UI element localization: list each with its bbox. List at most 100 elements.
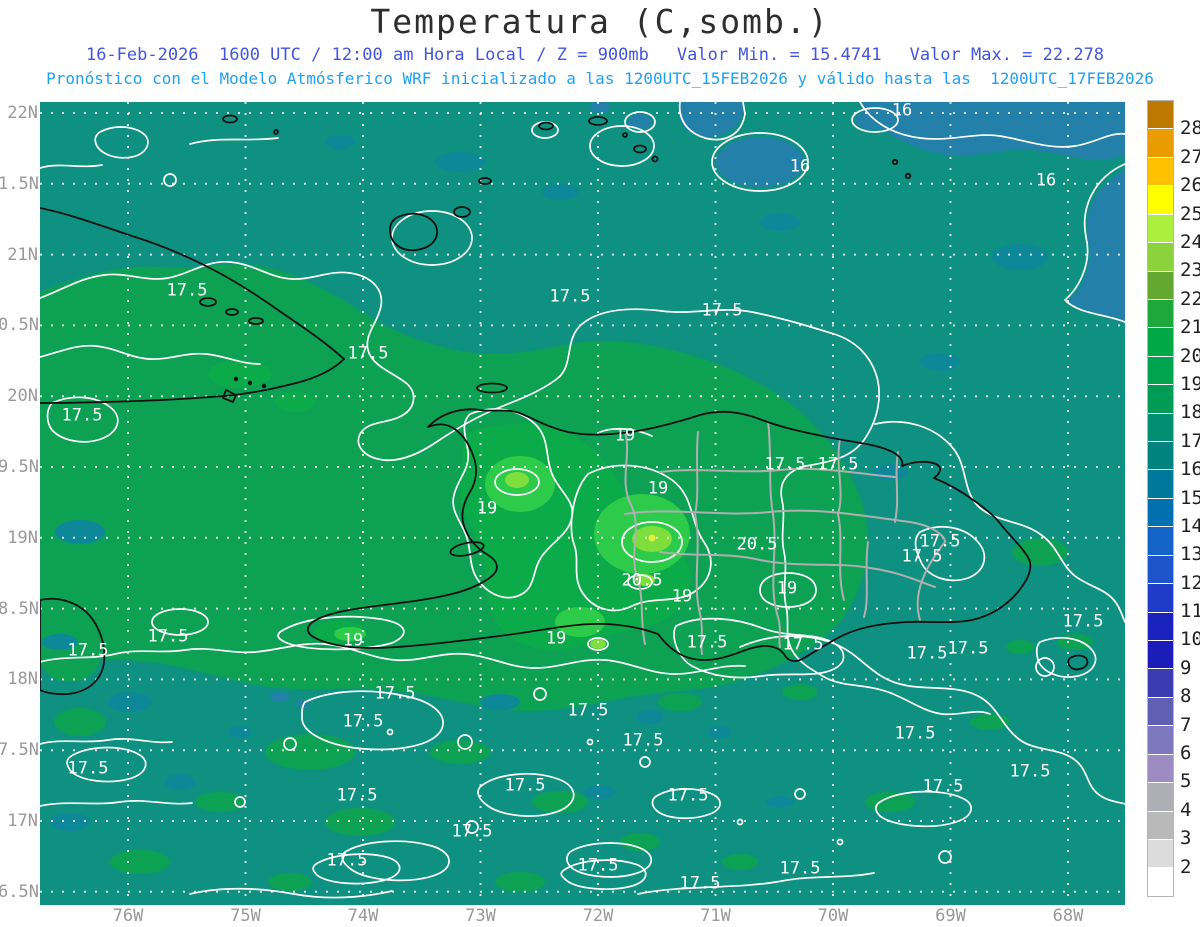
- colorbar-tick-label: 2: [1180, 858, 1191, 877]
- contour-value-label: 20.5: [737, 537, 778, 554]
- contour-value-label: 17.5: [680, 876, 721, 893]
- lat-tick-label: 8.5N: [0, 601, 38, 618]
- lon-tick-label: 69W: [921, 908, 981, 925]
- weather-forecast-figure: Temperatura (C,somb.) 16-Feb-2026 1600 U…: [0, 0, 1200, 927]
- colorbar-cell: [1148, 556, 1173, 584]
- contour-value-label: 17.5: [895, 726, 936, 743]
- colorbar-tick-label: 8: [1180, 687, 1191, 706]
- contour-value-label: 17.5: [568, 703, 609, 720]
- colorbar-cell: [1148, 272, 1173, 300]
- colorbar-tick-label: 14: [1180, 517, 1200, 536]
- lon-tick-label: 70W: [803, 908, 863, 925]
- colorbar-cell: [1148, 698, 1173, 726]
- lat-tick-label: 19N: [0, 530, 38, 547]
- colorbar-tick-label: 15: [1180, 489, 1200, 508]
- colorbar-cell: [1148, 755, 1173, 783]
- colorbar-cell: [1148, 101, 1173, 129]
- colorbar-cell: [1148, 470, 1173, 498]
- contour-value-label: 17.5: [687, 635, 728, 652]
- colorbar-tick-label: 26: [1180, 176, 1200, 195]
- colorbar-cell: [1148, 158, 1173, 186]
- colorbar-tick-label: 28: [1180, 119, 1200, 138]
- valid-time-text: 16-Feb-2026 1600 UTC / 12:00 am Hora Loc…: [86, 45, 649, 65]
- colorbar-tick-label: 21: [1180, 318, 1200, 337]
- colorbar-cell: [1148, 669, 1173, 697]
- lat-tick-label: 6.5N: [0, 884, 38, 901]
- lat-tick-label: 20N: [0, 388, 38, 405]
- contour-value-label: 19: [777, 581, 797, 598]
- contour-value-label: 17.5: [452, 824, 493, 841]
- colorbar-cell: [1148, 442, 1173, 470]
- contour-value-label: 17.5: [948, 641, 989, 658]
- map-plot-area: 16161617.517.517.517.517.517.517.517.517…: [40, 102, 1125, 905]
- contour-value-label: 17.5: [818, 457, 859, 474]
- contour-value-label: 17.5: [765, 457, 806, 474]
- contour-value-label: 17.5: [62, 408, 103, 425]
- colorbar-tick-label: 24: [1180, 233, 1200, 252]
- lon-tick-label: 74W: [333, 908, 393, 925]
- colorbar-cell: [1148, 812, 1173, 840]
- lat-tick-label: 21N: [0, 247, 38, 264]
- chart-title: Temperatura (C,somb.): [0, 2, 1200, 41]
- contour-value-label: 17.5: [780, 861, 821, 878]
- lon-tick-label: 72W: [568, 908, 628, 925]
- value-max-text: Valor Max. = 22.278: [910, 45, 1104, 65]
- contour-value-label: 19: [343, 633, 363, 650]
- colorbar-tick-label: 5: [1180, 772, 1191, 791]
- colorbar-cell: [1148, 300, 1173, 328]
- contour-value-label: 17.5: [348, 346, 389, 363]
- contour-value-label: 19: [672, 589, 692, 606]
- contour-value-label: 19: [546, 631, 566, 648]
- contour-value-label: 17.5: [783, 637, 824, 654]
- contour-value-label: 17.5: [343, 714, 384, 731]
- contour-value-label: 17.5: [1063, 614, 1104, 631]
- contour-value-label: 16: [892, 103, 912, 120]
- colorbar-tick-label: 11: [1180, 602, 1200, 621]
- colorbar-cell: [1148, 527, 1173, 555]
- contour-value-label: 20.5: [622, 573, 663, 590]
- colorbar-cell: [1148, 613, 1173, 641]
- contour-value-label: 17.5: [68, 643, 109, 660]
- contour-value-label: 17.5: [148, 629, 189, 646]
- contour-value-label: 17.5: [902, 549, 943, 566]
- contour-value-label: 19: [648, 481, 668, 498]
- colorbar-tick-label: 3: [1180, 829, 1191, 848]
- lat-tick-label: 1.5N: [0, 176, 38, 193]
- colorbar-cell: [1148, 499, 1173, 527]
- contour-value-label: 17.5: [167, 283, 208, 300]
- colorbar-cell: [1148, 357, 1173, 385]
- colorbar-tick-label: 10: [1180, 630, 1200, 649]
- contour-value-label: 17.5: [550, 289, 591, 306]
- colorbar-cell: [1148, 868, 1173, 895]
- lat-tick-label: 0.5N: [0, 317, 38, 334]
- contour-value-label: 19: [477, 501, 497, 518]
- lat-tick-label: 17N: [0, 813, 38, 830]
- contour-value-label: 17.5: [1010, 764, 1051, 781]
- colorbar-cell: [1148, 641, 1173, 669]
- contour-value-label: 16: [790, 159, 810, 176]
- contour-value-label: 17.5: [505, 778, 546, 795]
- colorbar-tick-label: 16: [1180, 460, 1200, 479]
- lat-tick-label: 7.5N: [0, 742, 38, 759]
- colorbar-tick-label: 18: [1180, 403, 1200, 422]
- colorbar-cell: [1148, 328, 1173, 356]
- colorbar-tick-label: 19: [1180, 375, 1200, 394]
- colorbar-cell: [1148, 243, 1173, 271]
- contour-value-label: 17.5: [923, 779, 964, 796]
- colorbar-cell: [1148, 414, 1173, 442]
- contour-value-label: 17.5: [668, 788, 709, 805]
- lon-tick-label: 71W: [686, 908, 746, 925]
- lon-tick-label: 75W: [216, 908, 276, 925]
- colorbar-cell: [1148, 726, 1173, 754]
- colorbar-tick-label: 23: [1180, 261, 1200, 280]
- colorbar-cell: [1148, 186, 1173, 214]
- contour-value-label: 17.5: [327, 853, 368, 870]
- colorbar-tick-label: 27: [1180, 148, 1200, 167]
- temperature-colorbar: [1147, 100, 1174, 897]
- colorbar-tick-label: 20: [1180, 347, 1200, 366]
- contour-value-label: 17.5: [68, 761, 109, 778]
- colorbar-cell: [1148, 840, 1173, 868]
- colorbar-cell: [1148, 129, 1173, 157]
- colorbar-tick-label: 6: [1180, 744, 1191, 763]
- colorbar-tick-label: 7: [1180, 716, 1191, 735]
